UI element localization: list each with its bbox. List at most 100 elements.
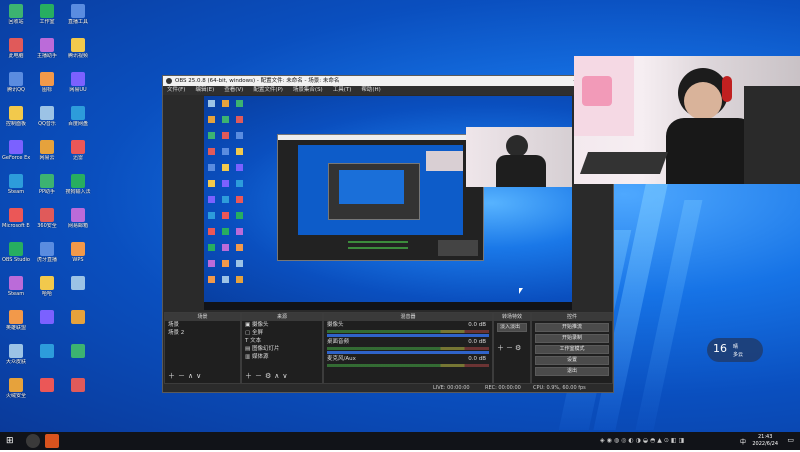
preview-desktop-icon — [222, 260, 229, 267]
scene-item[interactable]: 场景 — [165, 321, 240, 329]
volume-slider[interactable] — [327, 334, 489, 337]
desktop-icon[interactable]: OBS Studio — [2, 242, 30, 263]
start-recording-button[interactable]: 开始录制 — [535, 334, 609, 343]
menu-help[interactable]: 帮助(H) — [361, 86, 380, 95]
desktop-background: 回收站此电脑腾讯QQ 控制面板 GeForce Experience Steam Mic… — [0, 0, 800, 432]
desktop-icon[interactable] — [33, 310, 61, 325]
desktop-icon[interactable]: 腾讯视频 — [64, 38, 92, 59]
desktop-icon[interactable]: 腾讯QQ — [2, 72, 30, 93]
desktop-icon[interactable]: PP助手 — [33, 174, 61, 195]
preview-desktop-icon — [236, 164, 243, 171]
app-icon — [9, 276, 23, 290]
menu-file[interactable]: 文件(F) — [167, 86, 185, 95]
app-icon — [71, 208, 85, 222]
preview-desktop-icon — [222, 276, 229, 283]
exit-button[interactable]: 退出 — [535, 367, 609, 376]
obs-preview[interactable] — [204, 96, 572, 310]
source-item[interactable]: ▤ 图像幻灯片 — [242, 345, 322, 353]
scene-item[interactable]: 场景 2 — [165, 329, 240, 337]
menu-view[interactable]: 查看(V) — [224, 86, 243, 95]
desktop-icon[interactable]: 火绒安全 — [2, 378, 30, 399]
obs-taskbar-icon[interactable] — [26, 434, 40, 448]
desktop-icon[interactable]: Steam — [2, 174, 30, 195]
desktop-icon[interactable]: 网易UU — [64, 72, 92, 93]
desktop-icon[interactable]: 图标 — [33, 72, 61, 93]
desktop-icon[interactable]: 此电脑 — [2, 38, 30, 59]
desktop-icon-label: 百度网盘 — [67, 121, 88, 127]
desktop-icon-label: 此电脑 — [8, 53, 24, 59]
obs-menubar: 文件(F) 编辑(E) 查看(V) 配置文件(P) 场景集合(S) 工具(T) … — [163, 86, 613, 95]
start-streaming-button[interactable]: 开始推流 — [535, 323, 609, 332]
app-icon — [40, 276, 54, 290]
obs-window[interactable]: OBS 25.0.8 (64-bit, windows) - 配置文件: 未命名… — [162, 75, 614, 393]
desktop-icon[interactable]: 大众皮肤 — [2, 344, 30, 365]
desktop-icon[interactable]: 百度网盘 — [64, 106, 92, 127]
source-item[interactable]: ▢ 全屏 — [242, 329, 322, 337]
desktop-icon[interactable]: WPS — [64, 242, 92, 263]
app-icon — [9, 310, 23, 324]
desktop-icon[interactable]: QQ音乐 — [33, 106, 61, 127]
desktop-icon[interactable]: 哈哈 — [33, 276, 61, 297]
app-icon — [9, 38, 23, 52]
menu-tools[interactable]: 工具(T) — [333, 86, 352, 95]
preview-desktop-icon — [208, 116, 215, 123]
cam-person-face — [684, 82, 722, 120]
desktop-icon[interactable] — [64, 378, 92, 393]
desktop-icon[interactable]: 迅雷 — [64, 140, 92, 161]
desktop-icon[interactable]: 主播助手 — [33, 38, 61, 59]
desktop-icon[interactable]: 360安全 — [33, 208, 61, 229]
menu-profile[interactable]: 配置文件(P) — [253, 86, 283, 95]
desktop-icon[interactable]: GeForce Experience — [2, 140, 30, 161]
desktop-icon[interactable]: 英雄联盟 — [2, 310, 30, 331]
preview-desktop-icon — [222, 212, 229, 219]
source-item[interactable]: ▣ 摄像头 — [242, 321, 322, 329]
menu-edit[interactable]: 编辑(E) — [195, 86, 214, 95]
desktop-icon[interactable]: 虎牙直播 — [33, 242, 61, 263]
desktop-icon[interactable]: 直播工具 — [64, 4, 92, 25]
obs-docks: 场景 场景 场景 2 ＋－∧∨ 来源 ▣ 摄像头 ▢ 全屏 T 文本 ▤ 图像幻… — [163, 312, 613, 392]
mixer-dock: 混音器 摄像头 0.0 dB 桌面音频 0.0 dB 麦克风/Aux 0.0 d… — [323, 312, 493, 384]
studio-mode-button[interactable]: 工作室模式 — [535, 345, 609, 354]
transitions-toolbar[interactable]: ＋－⚙ — [497, 343, 523, 353]
source-item[interactable]: T 文本 — [242, 337, 322, 345]
app-icon — [9, 72, 23, 86]
desktop-icon[interactable]: 控制面板 — [2, 106, 30, 127]
windows-start-icon[interactable]: ⊞ — [6, 436, 14, 446]
settings-button[interactable]: 设置 — [535, 356, 609, 365]
transition-select[interactable]: 淡入淡出 — [497, 323, 527, 332]
desktop-icon[interactable]: 网易邮箱 — [64, 208, 92, 229]
desktop-icon[interactable] — [33, 344, 61, 359]
app-taskbar-icon[interactable] — [45, 434, 59, 448]
tray-icons[interactable]: ◈◉◍◎◐◑◒◓▲⊙◧◨ — [600, 437, 686, 444]
mixer-channel: 摄像头 0.0 dB — [327, 322, 486, 328]
preview-desktop-icon — [236, 132, 243, 139]
obs-logo-icon — [166, 78, 172, 84]
preview-desktop-icon — [208, 132, 215, 139]
desktop-icon[interactable]: 工作室 — [33, 4, 61, 25]
desktop-icon[interactable]: 搜狗输入法 — [64, 174, 92, 195]
clock[interactable]: 21:43 2022/6/24 — [752, 432, 778, 452]
app-icon — [40, 106, 54, 120]
menu-scene-collection[interactable]: 场景集合(S) — [293, 86, 323, 95]
preview-desktop-icon — [208, 180, 215, 187]
volume-slider[interactable] — [327, 351, 489, 354]
obs-titlebar[interactable]: OBS 25.0.8 (64-bit, windows) - 配置文件: 未命名… — [163, 76, 613, 86]
app-icon — [71, 140, 85, 154]
widget-line1: 晴 — [733, 344, 739, 350]
source-item[interactable]: ▥ 媒体源 — [242, 353, 322, 361]
desktop-icon[interactable] — [64, 310, 92, 325]
notification-icon[interactable]: ▭ — [787, 436, 794, 444]
scenes-toolbar[interactable]: ＋－∧∨ — [168, 371, 204, 381]
weather-widget[interactable]: 16 晴 多云 — [707, 338, 763, 362]
ime-indicator[interactable]: 中 — [740, 437, 746, 446]
desktop-icon[interactable]: 网易云 — [33, 140, 61, 161]
desktop-icon[interactable]: 回收站 — [2, 4, 30, 25]
sources-toolbar[interactable]: ＋－⚙∧∨ — [245, 371, 291, 381]
desktop-icon[interactable]: Microsoft Edge — [2, 208, 30, 229]
preview-desktop-icon — [222, 164, 229, 171]
desktop-icon[interactable] — [33, 378, 61, 393]
desktop-icon[interactable]: Steam — [2, 276, 30, 297]
desktop-icon[interactable] — [64, 344, 92, 359]
desktop-icon[interactable] — [64, 276, 92, 291]
preview-desktop-icon — [208, 276, 215, 283]
